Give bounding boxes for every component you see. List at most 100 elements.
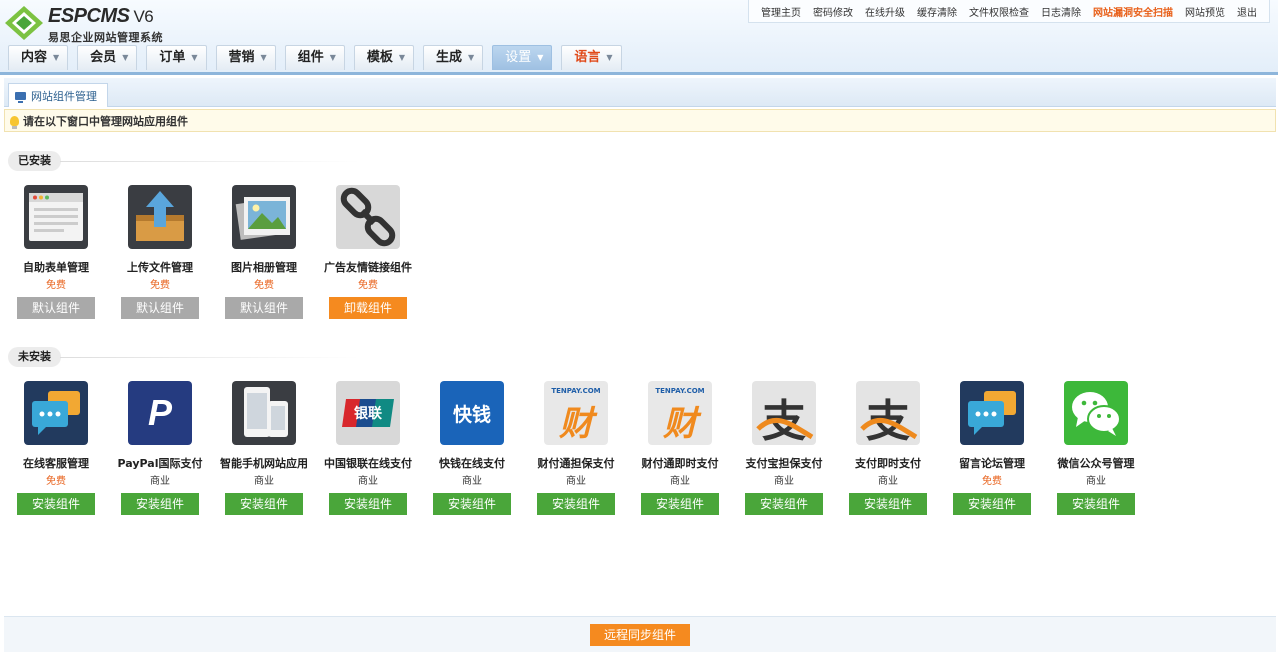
component-price: 商业 xyxy=(774,476,794,487)
link-clear-cache[interactable]: 缓存清除 xyxy=(917,4,957,19)
nav-orders[interactable]: 订单 ▼ xyxy=(146,45,207,70)
nav-generate[interactable]: 生成 ▼ xyxy=(423,45,484,70)
component-card: 图片相册管理 免费 默认组件 xyxy=(212,185,316,319)
component-name: 支付即时支付 xyxy=(855,457,921,470)
nav-settings[interactable]: 设置 ▼ xyxy=(492,45,553,70)
nav-label: 模板 xyxy=(366,50,393,65)
tenpay-char: 财 xyxy=(559,404,593,444)
tenpay-brand: TENPAY.COM xyxy=(551,387,601,395)
logo-emblem-icon xyxy=(5,6,43,40)
notice-bar: 请在以下窗口中管理网站应用组件 xyxy=(4,109,1276,132)
install-component-button[interactable]: 安装组件 xyxy=(953,493,1031,515)
chevron-down-icon: ▼ xyxy=(468,53,475,62)
component-price: 免费 xyxy=(254,280,274,291)
top-links: 管理主页 密码修改 在线升级 缓存清除 文件权限检查 日志清除 网站漏洞安全扫描… xyxy=(748,0,1270,23)
default-component-button[interactable]: 默认组件 xyxy=(121,297,199,319)
install-component-button[interactable]: 安装组件 xyxy=(849,493,927,515)
tenpay-char: 财 xyxy=(663,404,697,444)
mobile-icon xyxy=(232,381,296,445)
component-card: 自助表单管理 免费 默认组件 xyxy=(4,185,108,319)
component-name: 上传文件管理 xyxy=(127,261,193,274)
link-change-password[interactable]: 密码修改 xyxy=(813,4,853,19)
component-card: 在线客服管理 免费 安装组件 xyxy=(4,381,108,515)
chat-icon xyxy=(960,381,1024,445)
component-card: TENPAY.COM 财 财付通担保支付 商业 安装组件 xyxy=(524,381,628,515)
nav-marketing[interactable]: 营销 ▼ xyxy=(215,45,276,70)
chevron-down-icon: ▼ xyxy=(537,53,544,62)
component-card: 微信公众号管理 商业 安装组件 xyxy=(1044,381,1148,515)
link-online-upgrade[interactable]: 在线升级 xyxy=(865,4,905,19)
nav-members[interactable]: 会员 ▼ xyxy=(77,45,138,70)
link-clear-log[interactable]: 日志清除 xyxy=(1041,4,1081,19)
install-component-button[interactable]: 安装组件 xyxy=(641,493,719,515)
installed-section-label: 已安装 xyxy=(8,151,61,171)
component-price: 商业 xyxy=(254,476,274,487)
install-component-button[interactable]: 安装组件 xyxy=(225,493,303,515)
form-icon xyxy=(24,185,88,249)
component-name: 智能手机网站应用 xyxy=(220,457,308,470)
component-price: 商业 xyxy=(358,476,378,487)
install-component-button[interactable]: 安装组件 xyxy=(329,493,407,515)
install-component-button[interactable]: 安装组件 xyxy=(433,493,511,515)
install-component-button[interactable]: 安装组件 xyxy=(537,493,615,515)
header: ESPCMS V6 易思企业网站管理系统 管理主页 密码修改 在线升级 缓存清除 … xyxy=(0,0,1278,75)
install-component-button[interactable]: 安装组件 xyxy=(121,493,199,515)
chevron-down-icon: ▼ xyxy=(398,53,406,62)
component-card: 支 支付即时支付 商业 安装组件 xyxy=(836,381,940,515)
component-card: P PayPal国际支付 商业 安装组件 xyxy=(108,381,212,515)
link-security-scan[interactable]: 网站漏洞安全扫描 xyxy=(1093,4,1173,19)
divider xyxy=(60,357,360,358)
99bill-icon: 快钱 xyxy=(440,381,504,445)
uninstall-component-button[interactable]: 卸载组件 xyxy=(329,297,407,319)
install-component-button[interactable]: 安装组件 xyxy=(1057,493,1135,515)
footer-bar: 远程同步组件 xyxy=(4,616,1276,652)
nav-label: 生成 xyxy=(436,50,463,65)
component-name: PayPal国际支付 xyxy=(117,457,203,470)
component-price: 商业 xyxy=(150,476,170,487)
uninstalled-section-label: 未安装 xyxy=(8,347,61,367)
link-admin-home[interactable]: 管理主页 xyxy=(761,4,801,19)
tab-label: 网站组件管理 xyxy=(31,89,97,103)
component-name: 支付宝担保支付 xyxy=(745,457,823,470)
logo[interactable]: ESPCMS V6 易思企业网站管理系统 xyxy=(4,3,184,44)
component-price: 商业 xyxy=(670,476,690,487)
unionpay-text: 银联 xyxy=(354,406,382,422)
component-name: 图片相册管理 xyxy=(231,261,297,274)
chevron-down-icon: ▼ xyxy=(606,53,613,62)
tenpay-icon: TENPAY.COM 财 xyxy=(544,381,608,445)
nav-templates[interactable]: 模板 ▼ xyxy=(353,45,415,70)
brand-name: ESPCMS xyxy=(48,5,130,27)
nav-components[interactable]: 组件 ▼ xyxy=(284,45,345,70)
nav-content[interactable]: 内容 ▼ xyxy=(8,45,69,70)
chevron-down-icon: ▼ xyxy=(260,53,267,62)
nav-language[interactable]: 语言 ▼ xyxy=(561,45,622,70)
monitor-icon xyxy=(15,91,26,103)
logo-brand: ESPCMS V6 xyxy=(48,5,154,28)
component-card: 支 支付宝担保支付 商业 安装组件 xyxy=(732,381,836,515)
chevron-down-icon: ▼ xyxy=(191,53,198,62)
tenpay-brand: TENPAY.COM xyxy=(655,387,705,395)
wechat-icon xyxy=(1064,381,1128,445)
component-card: 广告友情链接组件 免费 卸载组件 xyxy=(316,185,420,319)
default-component-button[interactable]: 默认组件 xyxy=(17,297,95,319)
nav-label: 营销 xyxy=(228,50,255,65)
component-price: 商业 xyxy=(878,476,898,487)
install-component-button[interactable]: 安装组件 xyxy=(17,493,95,515)
link-file-permission-check[interactable]: 文件权限检查 xyxy=(969,4,1029,19)
remote-sync-button[interactable]: 远程同步组件 xyxy=(590,624,690,646)
unionpay-icon: 银联 xyxy=(336,381,400,445)
default-component-button[interactable]: 默认组件 xyxy=(225,297,303,319)
link-site-preview[interactable]: 网站预览 xyxy=(1185,4,1225,19)
component-name: 留言论坛管理 xyxy=(959,457,1025,470)
tenpay-icon: TENPAY.COM 财 xyxy=(648,381,712,445)
tab-component-management[interactable]: 网站组件管理 xyxy=(8,83,108,107)
chat-icon xyxy=(24,381,88,445)
paypal-icon: P xyxy=(128,381,192,445)
component-name: 微信公众号管理 xyxy=(1057,457,1135,470)
main-nav: 内容 ▼ 会员 ▼ 订单 ▼ 营销 ▼ 组件 ▼ 模板 ▼ 生成 ▼ 设置 ▼ 语言 ▼ xyxy=(8,45,631,70)
link-logout[interactable]: 退出 xyxy=(1237,4,1257,19)
install-component-button[interactable]: 安装组件 xyxy=(745,493,823,515)
component-price: 商业 xyxy=(1086,476,1106,487)
album-icon xyxy=(232,185,296,249)
component-card: 智能手机网站应用 商业 安装组件 xyxy=(212,381,316,515)
